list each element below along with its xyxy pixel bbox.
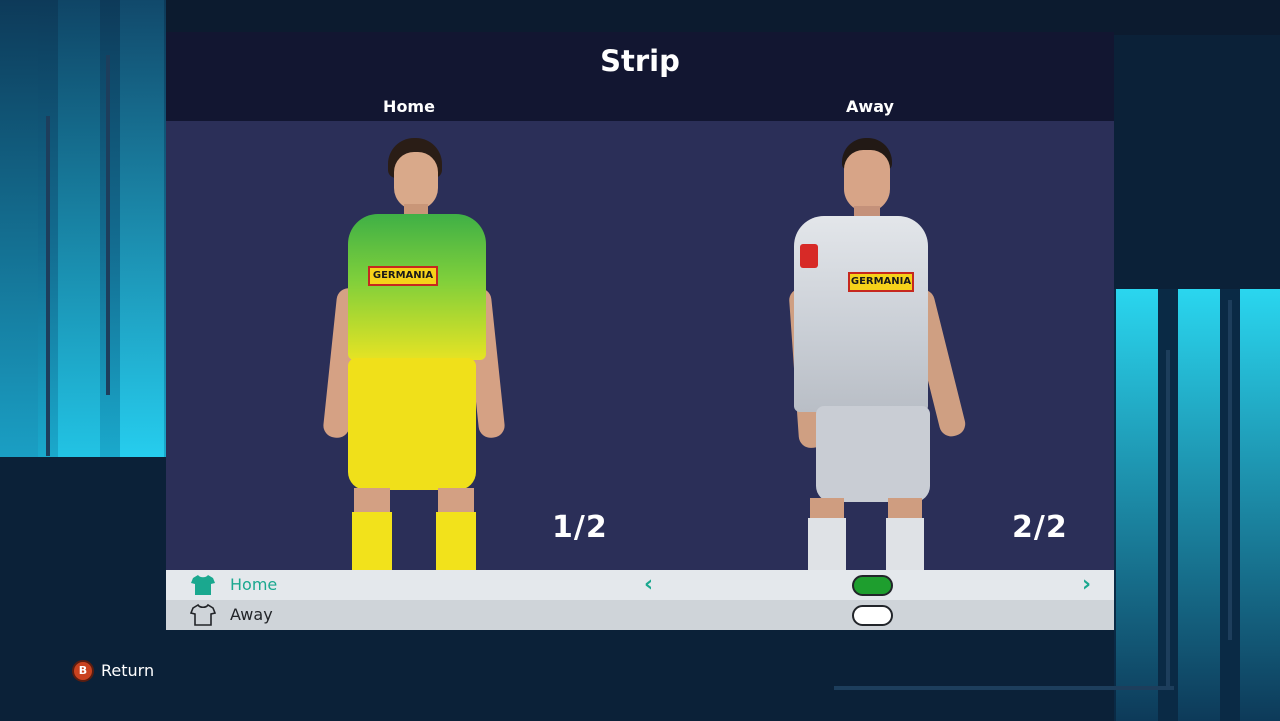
home-kit-count: 1/2 [552,510,608,545]
home-sock [352,512,392,570]
shirt-outline-icon [189,603,217,627]
away-sponsor-badge: GERMANIA [848,272,914,292]
background-line [106,55,110,395]
home-sock [436,512,476,570]
strip-panel: Strip Home Away GERMANIA 1/2 GERMANIA 2/… [166,32,1114,630]
panel-header: Strip Home Away [166,32,1114,121]
away-toggle[interactable] [852,605,893,626]
away-shorts [816,406,930,502]
background-bar [1240,289,1280,721]
away-kit-count: 2/2 [1012,510,1068,545]
background-line [46,116,50,456]
away-sleeve-badge [800,244,818,268]
background-top-strip [0,0,1280,35]
away-column-label: Away [846,97,894,116]
background-line [1166,350,1170,690]
background-bar [0,0,38,457]
background-line [834,686,1174,690]
page-title: Strip [600,44,680,78]
home-column-label: Home [383,97,435,116]
background-line [1228,300,1232,640]
home-kit-player[interactable]: GERMANIA [322,138,506,570]
return-label: Return [101,661,155,680]
next-arrow-icon[interactable]: › [1082,572,1091,597]
home-shirt [348,214,486,360]
home-row-label: Home [230,575,278,594]
away-strip-row[interactable]: Away [166,600,1114,630]
b-button-icon: B [72,660,94,682]
prev-arrow-icon[interactable]: ‹ [644,572,653,597]
home-sponsor-badge: GERMANIA [368,266,438,286]
shirt-filled-icon [190,573,216,597]
home-shorts [348,358,476,490]
home-toggle[interactable] [852,575,893,596]
background-bar [1116,289,1158,721]
away-sock [886,518,924,570]
away-sock [808,518,846,570]
player-head [394,152,438,210]
background-bar [1178,289,1220,721]
away-row-label: Away [230,605,273,624]
background-bar [120,0,164,457]
player-head [844,150,890,212]
home-strip-row[interactable]: Home ‹ › [166,570,1114,600]
away-kit-player[interactable]: GERMANIA [788,138,968,570]
background-bar [58,0,100,457]
